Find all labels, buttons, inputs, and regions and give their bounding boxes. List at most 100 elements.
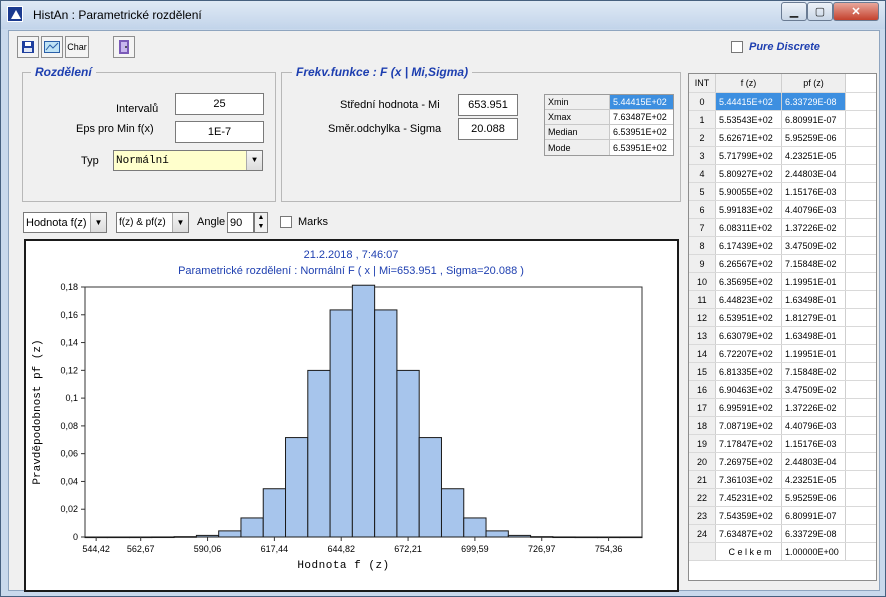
table-row[interactable]: 1 5.53543E+02 6.80991E-07 bbox=[689, 111, 876, 129]
table-row[interactable]: 9 6.26567E+02 7.15848E-02 bbox=[689, 255, 876, 273]
table-cell[interactable]: 5.95259E-06 bbox=[782, 129, 846, 146]
table-cell[interactable]: 1.63498E-01 bbox=[782, 291, 846, 308]
stats-value[interactable]: 5.44415E+02 bbox=[610, 95, 673, 109]
table-cell[interactable]: 5.99183E+02 bbox=[716, 201, 782, 218]
table-cell[interactable]: 22 bbox=[689, 489, 716, 506]
table-cell[interactable]: 6.44823E+02 bbox=[716, 291, 782, 308]
table-cell[interactable]: 6.80991E-07 bbox=[782, 111, 846, 128]
table-cell[interactable]: 4.40796E-03 bbox=[782, 417, 846, 434]
table-cell[interactable]: 7.08719E+02 bbox=[716, 417, 782, 434]
table-cell[interactable]: 2 bbox=[689, 129, 716, 146]
typ-select[interactable]: Normální ▼ bbox=[113, 150, 263, 171]
table-cell[interactable]: 5.80927E+02 bbox=[716, 165, 782, 182]
table-row[interactable]: 24 7.63487E+02 6.33729E-08 bbox=[689, 525, 876, 543]
table-cell[interactable]: 6.80991E-07 bbox=[782, 507, 846, 524]
table-cell[interactable]: 6.53951E+02 bbox=[716, 309, 782, 326]
table-cell[interactable]: 1.81279E-01 bbox=[782, 309, 846, 326]
table-row[interactable]: 2 5.62671E+02 5.95259E-06 bbox=[689, 129, 876, 147]
table-cell[interactable]: 20 bbox=[689, 453, 716, 470]
table-row[interactable]: 3 5.71799E+02 4.23251E-05 bbox=[689, 147, 876, 165]
table-cell[interactable]: 0 bbox=[689, 93, 716, 110]
table-row[interactable]: 21 7.36103E+02 4.23251E-05 bbox=[689, 471, 876, 489]
table-cell[interactable]: 6 bbox=[689, 201, 716, 218]
table-cell[interactable]: 12 bbox=[689, 309, 716, 326]
table-cell[interactable]: 7.15848E-02 bbox=[782, 255, 846, 272]
table-cell[interactable]: 17 bbox=[689, 399, 716, 416]
table-row[interactable]: 13 6.63079E+02 1.63498E-01 bbox=[689, 327, 876, 345]
angle-input[interactable]: 90 bbox=[227, 212, 254, 233]
table-cell[interactable]: 6.99591E+02 bbox=[716, 399, 782, 416]
table-cell[interactable]: 5.53543E+02 bbox=[716, 111, 782, 128]
table-cell[interactable]: 23 bbox=[689, 507, 716, 524]
table-row[interactable]: 15 6.81335E+02 7.15848E-02 bbox=[689, 363, 876, 381]
table-cell[interactable]: 2.44803E-04 bbox=[782, 165, 846, 182]
table-cell[interactable]: 2.44803E-04 bbox=[782, 453, 846, 470]
table-cell[interactable]: 3.47509E-02 bbox=[782, 237, 846, 254]
stats-value[interactable]: 6.53951E+02 bbox=[610, 140, 673, 155]
table-cell[interactable]: 5.44415E+02 bbox=[716, 93, 782, 110]
close-button[interactable]: ✕ bbox=[833, 2, 879, 21]
table-row[interactable]: 20 7.26975E+02 2.44803E-04 bbox=[689, 453, 876, 471]
spin-up-icon[interactable]: ▲ bbox=[255, 213, 267, 222]
table-cell[interactable]: 5.95259E-06 bbox=[782, 489, 846, 506]
angle-spinner[interactable]: ▲ ▼ bbox=[254, 212, 268, 233]
pure-discrete-box[interactable] bbox=[731, 41, 743, 53]
save-button[interactable] bbox=[17, 36, 39, 58]
table-cell[interactable]: 1.15176E-03 bbox=[782, 183, 846, 200]
table-cell[interactable]: 7.17847E+02 bbox=[716, 435, 782, 452]
table-cell[interactable]: 19 bbox=[689, 435, 716, 452]
table-row[interactable]: 18 7.08719E+02 4.40796E-03 bbox=[689, 417, 876, 435]
table-cell[interactable]: 5.71799E+02 bbox=[716, 147, 782, 164]
marks-box[interactable] bbox=[280, 216, 292, 228]
table-cell[interactable]: 13 bbox=[689, 327, 716, 344]
table-cell[interactable]: 7.15848E-02 bbox=[782, 363, 846, 380]
table-cell[interactable]: 4 bbox=[689, 165, 716, 182]
table-row[interactable]: 16 6.90463E+02 3.47509E-02 bbox=[689, 381, 876, 399]
eps-input[interactable]: 1E-7 bbox=[175, 121, 264, 143]
table-cell[interactable]: 6.63079E+02 bbox=[716, 327, 782, 344]
table-cell[interactable]: 6.81335E+02 bbox=[716, 363, 782, 380]
intervalu-input[interactable]: 25 bbox=[175, 93, 264, 115]
chevron-down-icon[interactable]: ▼ bbox=[90, 213, 106, 232]
chevron-down-icon[interactable]: ▼ bbox=[172, 213, 188, 232]
table-cell[interactable]: 7.26975E+02 bbox=[716, 453, 782, 470]
table-cell[interactable]: 7.36103E+02 bbox=[716, 471, 782, 488]
table-cell[interactable]: 9 bbox=[689, 255, 716, 272]
table-cell[interactable]: 6.35695E+02 bbox=[716, 273, 782, 290]
table-cell[interactable]: 6.26567E+02 bbox=[716, 255, 782, 272]
fz-select[interactable]: f(z) & pf(z) ▼ bbox=[116, 212, 189, 233]
char-button[interactable]: Char bbox=[65, 36, 89, 58]
image-button[interactable] bbox=[41, 36, 63, 58]
table-row[interactable]: 5 5.90055E+02 1.15176E-03 bbox=[689, 183, 876, 201]
table-cell[interactable]: 10 bbox=[689, 273, 716, 290]
table-cell[interactable]: 4.40796E-03 bbox=[782, 201, 846, 218]
table-row[interactable]: 17 6.99591E+02 1.37226E-02 bbox=[689, 399, 876, 417]
table-cell[interactable]: 1.63498E-01 bbox=[782, 327, 846, 344]
marks-checkbox[interactable]: Marks bbox=[280, 216, 328, 228]
table-cell[interactable]: 1.19951E-01 bbox=[782, 345, 846, 362]
table-cell[interactable]: 8 bbox=[689, 237, 716, 254]
table-row[interactable]: 6 5.99183E+02 4.40796E-03 bbox=[689, 201, 876, 219]
table-row[interactable]: 12 6.53951E+02 1.81279E-01 bbox=[689, 309, 876, 327]
exit-button[interactable] bbox=[113, 36, 135, 58]
table-row[interactable]: 4 5.80927E+02 2.44803E-04 bbox=[689, 165, 876, 183]
table-cell[interactable]: 6.08311E+02 bbox=[716, 219, 782, 236]
table-row[interactable]: 14 6.72207E+02 1.19951E-01 bbox=[689, 345, 876, 363]
stats-value[interactable]: 7.63487E+02 bbox=[610, 110, 673, 124]
table-cell[interactable]: 3 bbox=[689, 147, 716, 164]
table-cell[interactable]: 6.33729E-08 bbox=[782, 525, 846, 542]
table-cell[interactable]: 7.45231E+02 bbox=[716, 489, 782, 506]
table-cell[interactable]: 16 bbox=[689, 381, 716, 398]
table-row[interactable]: 7 6.08311E+02 1.37226E-02 bbox=[689, 219, 876, 237]
table-cell[interactable]: 6.72207E+02 bbox=[716, 345, 782, 362]
table-cell[interactable]: 5 bbox=[689, 183, 716, 200]
table-cell[interactable]: 1.37226E-02 bbox=[782, 219, 846, 236]
table-row[interactable]: 19 7.17847E+02 1.15176E-03 bbox=[689, 435, 876, 453]
table-cell[interactable]: 4.23251E-05 bbox=[782, 147, 846, 164]
table-cell[interactable]: 6.33729E-08 bbox=[782, 93, 846, 110]
hodnota-select[interactable]: Hodnota f(z) ▼ bbox=[23, 212, 107, 233]
table-cell[interactable]: 7.54359E+02 bbox=[716, 507, 782, 524]
table-cell[interactable]: 1 bbox=[689, 111, 716, 128]
table-row[interactable]: 22 7.45231E+02 5.95259E-06 bbox=[689, 489, 876, 507]
table-cell[interactable]: 1.15176E-03 bbox=[782, 435, 846, 452]
